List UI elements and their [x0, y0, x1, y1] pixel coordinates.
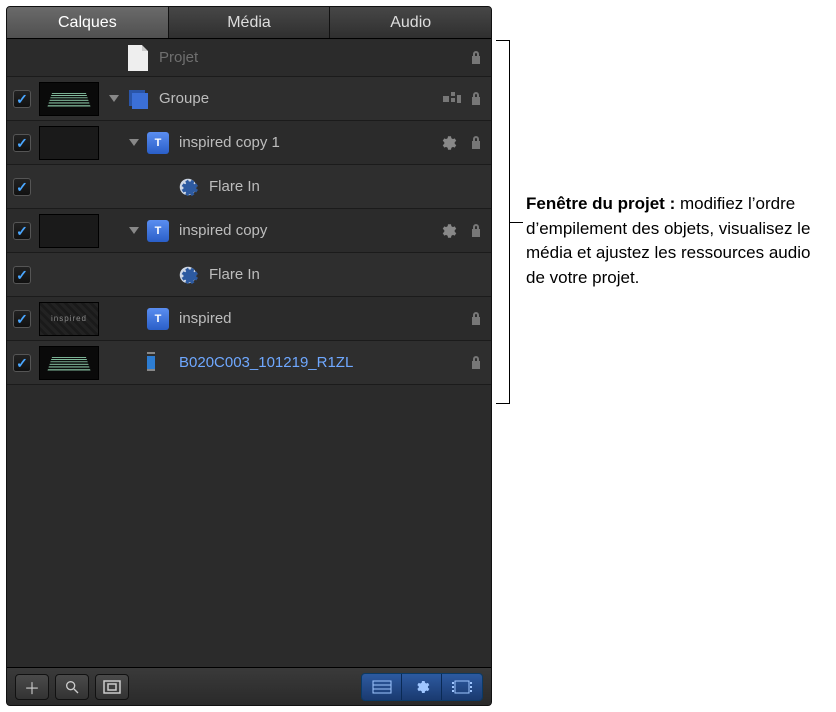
visibility-checkbox[interactable]: [13, 222, 31, 240]
lock-icon[interactable]: [467, 222, 485, 240]
visibility-checkbox[interactable]: [13, 310, 31, 328]
callout-bracket: [496, 40, 510, 404]
thumbnail: inspired: [39, 302, 99, 336]
view-segment: [361, 673, 483, 701]
disclosure-icon[interactable]: [129, 139, 139, 146]
lock-icon[interactable]: [467, 134, 485, 152]
row-text-layer[interactable]: inspired copy 1: [7, 121, 491, 165]
visibility-checkbox[interactable]: [13, 354, 31, 372]
row-behavior[interactable]: Flare In: [7, 165, 491, 209]
gear-icon[interactable]: [439, 134, 457, 152]
callout-title: Fenêtre du projet :: [526, 194, 680, 213]
text-icon: [147, 308, 169, 330]
thumbnail: [39, 126, 99, 160]
panel-tabs: Calques Média Audio: [7, 7, 491, 39]
row-text-layer[interactable]: inspired inspired: [7, 297, 491, 341]
callout-text: Fenêtre du projet : modifiez l’ordre d’e…: [526, 192, 828, 291]
visibility-checkbox[interactable]: [13, 134, 31, 152]
search-button[interactable]: [55, 674, 89, 700]
visibility-checkbox[interactable]: [13, 266, 31, 284]
gear-icon[interactable]: [439, 222, 457, 240]
text-icon: [147, 220, 169, 242]
view-grid-button[interactable]: [362, 674, 402, 700]
clip-icon: [147, 352, 169, 374]
lock-icon[interactable]: [467, 354, 485, 372]
row-project[interactable]: Projet: [7, 39, 491, 77]
disclosure-icon[interactable]: [129, 227, 139, 234]
behavior-icon: [177, 176, 199, 198]
lock-icon[interactable]: [467, 310, 485, 328]
isolate-icon[interactable]: [443, 90, 461, 108]
row-label: Projet: [159, 49, 457, 66]
row-behavior[interactable]: Flare In: [7, 253, 491, 297]
layer-rows: Projet Groupe: [7, 39, 491, 667]
behavior-icon: [177, 264, 199, 286]
project-icon: [127, 47, 149, 69]
view-gear-button[interactable]: [402, 674, 442, 700]
tab-media[interactable]: Média: [169, 7, 331, 38]
thumbnail: [39, 346, 99, 380]
group-icon: [127, 88, 149, 110]
text-icon: [147, 132, 169, 154]
view-film-button[interactable]: [442, 674, 482, 700]
row-text-layer[interactable]: inspired copy: [7, 209, 491, 253]
row-label: inspired copy 1: [179, 134, 431, 151]
lock-icon[interactable]: [467, 90, 485, 108]
visibility-checkbox[interactable]: [13, 178, 31, 196]
project-panel: Calques Média Audio Projet Groupe: [6, 6, 492, 706]
disclosure-icon[interactable]: [109, 95, 119, 102]
lock-icon[interactable]: [467, 49, 485, 67]
row-group[interactable]: Groupe: [7, 77, 491, 121]
thumbnail: [39, 82, 99, 116]
visibility-checkbox[interactable]: [13, 90, 31, 108]
row-label: B020C003_101219_R1ZL: [179, 354, 457, 371]
row-label: Groupe: [159, 90, 433, 107]
row-label: inspired copy: [179, 222, 431, 239]
thumbnail: [39, 214, 99, 248]
panel-footer: ＋: [7, 667, 491, 705]
row-label: Flare In: [209, 178, 485, 195]
tab-audio[interactable]: Audio: [330, 7, 491, 38]
tab-layers[interactable]: Calques: [7, 7, 169, 38]
frame-button[interactable]: [95, 674, 129, 700]
add-button[interactable]: ＋: [15, 674, 49, 700]
row-label: Flare In: [209, 266, 485, 283]
row-label: inspired: [179, 310, 457, 327]
row-clip[interactable]: B020C003_101219_R1ZL: [7, 341, 491, 385]
